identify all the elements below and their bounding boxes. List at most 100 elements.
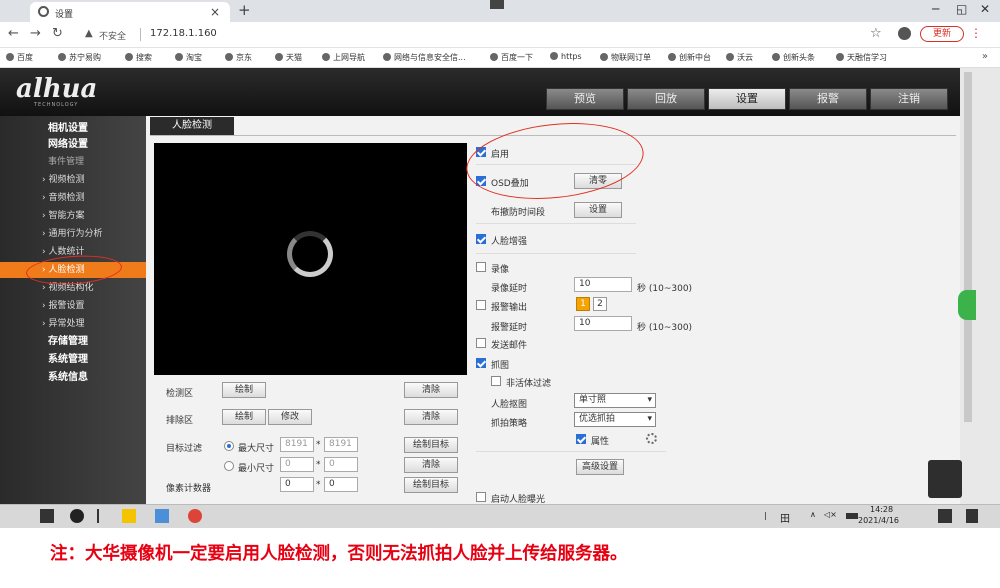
detect-clear-button[interactable]: 清除 [404,382,458,398]
sidebar-item-info[interactable]: 系统信息 [0,370,146,386]
keyboard-icon[interactable]: | [764,511,767,520]
sidebar-item-alarm-setup[interactable]: › 报警设置 [0,298,146,314]
alarm-out-checkbox[interactable] [476,300,486,310]
sidebar-item-face-detect[interactable]: › 人脸检测 [0,262,146,278]
minimize-icon[interactable]: ─ [932,2,939,16]
bookmark-item[interactable]: 物联网订单 [600,52,651,63]
max-size-radio[interactable] [224,441,234,451]
network-icon[interactable] [846,513,858,519]
pixel-height-input[interactable]: 0 [324,477,358,492]
min-width-input[interactable]: 0 [280,457,314,472]
alarm-delay-input[interactable]: 10 [574,316,632,331]
forward-icon[interactable]: → [30,26,41,41]
bookmark-item[interactable]: 苏宁易购 [58,52,101,63]
chrome-icon[interactable] [188,509,202,523]
close-tab-button[interactable]: × [210,5,220,19]
record-delay-input[interactable]: 10 [574,277,632,292]
snapshot-checkbox[interactable] [476,358,486,368]
snap-strategy-select[interactable]: 优选抓拍 [574,412,656,427]
page-tab-face-detect[interactable]: 人脸检测 [150,117,234,135]
bookmark-item[interactable]: 京东 [225,52,252,63]
bookmark-item[interactable]: 淘宝 [175,52,202,63]
sidebar-item-video-detect[interactable]: › 视频检测 [0,172,146,188]
taskbar-time[interactable]: 14:28 [870,505,893,514]
new-tab-button[interactable]: + [238,1,251,19]
detect-draw-button[interactable]: 绘制 [222,382,266,398]
auto-exposure-checkbox[interactable] [476,492,486,502]
enable-checkbox[interactable] [476,147,486,157]
bookmark-item[interactable]: 百度一下 [490,52,533,63]
bookmark-item[interactable]: https [550,52,582,61]
bookmark-item[interactable]: 沃云 [726,52,753,63]
address-bar[interactable]: 172.18.1.160 [150,28,217,39]
floating-widget[interactable] [958,290,976,320]
sidebar-item-network[interactable]: 网络设置 [0,137,146,153]
max-height-input[interactable]: 8191 [324,437,358,452]
osd-checkbox[interactable] [476,176,486,186]
back-icon[interactable]: ← [8,26,19,41]
video-preview[interactable] [154,143,467,375]
pixel-draw-target-button[interactable]: 绘制目标 [404,477,458,493]
update-button[interactable]: 更新 [920,26,964,42]
sidebar-group-event[interactable]: 事件管理 [0,154,146,170]
tab-logout[interactable]: 注销 [870,88,948,110]
task-view-icon[interactable] [97,509,99,523]
notification-widget[interactable] [928,460,962,498]
bookmark-item[interactable]: 天融信学习 [836,52,887,63]
sidebar-item-video-struct[interactable]: › 视频结构化 [0,280,146,296]
scrollbar-thumb[interactable] [964,72,972,422]
gear-icon[interactable] [646,433,657,444]
min-clear-button[interactable]: 清除 [404,457,458,473]
sidebar-item-storage[interactable]: 存储管理 [0,334,146,350]
alarm-channel-1[interactable]: 1 [576,297,590,311]
taskbar-date[interactable]: 2021/4/16 [858,516,899,525]
osd-clear-button[interactable]: 清零 [574,173,622,189]
bookmark-item[interactable]: 网络与信息安全信... [383,52,466,63]
attribute-checkbox[interactable] [576,434,586,444]
folder-icon[interactable] [122,509,136,523]
chevron-up-icon[interactable]: ∧ [810,510,816,519]
face-snapshot-select[interactable]: 单寸照 [574,393,656,408]
tab-playback[interactable]: 回放 [627,88,705,110]
sidebar-item-smart-plan[interactable]: › 智能方案 [0,208,146,224]
min-size-radio[interactable] [224,461,234,471]
draw-target-button[interactable]: 绘制目标 [404,437,458,453]
schedule-setup-button[interactable]: 设置 [574,202,622,218]
bookmark-item[interactable]: 百度 [6,52,33,63]
sidebar-item-audio-detect[interactable]: › 音频检测 [0,190,146,206]
exclude-draw-button[interactable]: 绘制 [222,409,266,425]
bookmarks-more-icon[interactable]: » [982,51,988,62]
reload-icon[interactable]: ↻ [52,26,63,41]
bookmark-item[interactable]: 创新头条 [772,52,815,63]
sidebar-item-exception[interactable]: › 异常处理 [0,316,146,332]
max-width-input[interactable]: 8191 [280,437,314,452]
browser-tab[interactable]: 设置 × [30,2,230,22]
app-icon[interactable] [70,509,84,523]
send-email-checkbox[interactable] [476,338,486,348]
volume-icon[interactable]: ◁× [824,510,837,519]
tab-preview[interactable]: 预览 [546,88,624,110]
restore-icon[interactable]: ◱ [956,2,967,16]
app-icon[interactable] [155,509,169,523]
tab-settings[interactable]: 设置 [708,88,786,110]
input-method-icon[interactable]: 田 [780,510,790,525]
min-height-input[interactable]: 0 [324,457,358,472]
bookmark-item[interactable]: 创新中台 [668,52,711,63]
bookmark-item[interactable]: 上网导航 [322,52,365,63]
bookmark-item[interactable]: 搜索 [125,52,152,63]
alarm-channel-2[interactable]: 2 [593,297,607,311]
exclude-clear-button[interactable]: 清除 [404,409,458,425]
face-enhance-checkbox[interactable] [476,234,486,244]
non-living-checkbox[interactable] [491,376,501,386]
advanced-settings-button[interactable]: 高级设置 [576,459,624,475]
sidebar-item-camera[interactable]: 相机设置 [0,121,146,137]
profile-icon[interactable] [898,27,911,40]
windows-start-icon[interactable] [40,509,54,523]
record-checkbox[interactable] [476,262,486,272]
bookmark-item[interactable]: 天猫 [275,52,302,63]
notification-icon[interactable] [966,509,978,523]
menu-icon[interactable]: ⋮ [970,26,982,40]
tab-alarm[interactable]: 报警 [789,88,867,110]
pixel-width-input[interactable]: 0 [280,477,314,492]
sidebar-item-system[interactable]: 系统管理 [0,352,146,368]
